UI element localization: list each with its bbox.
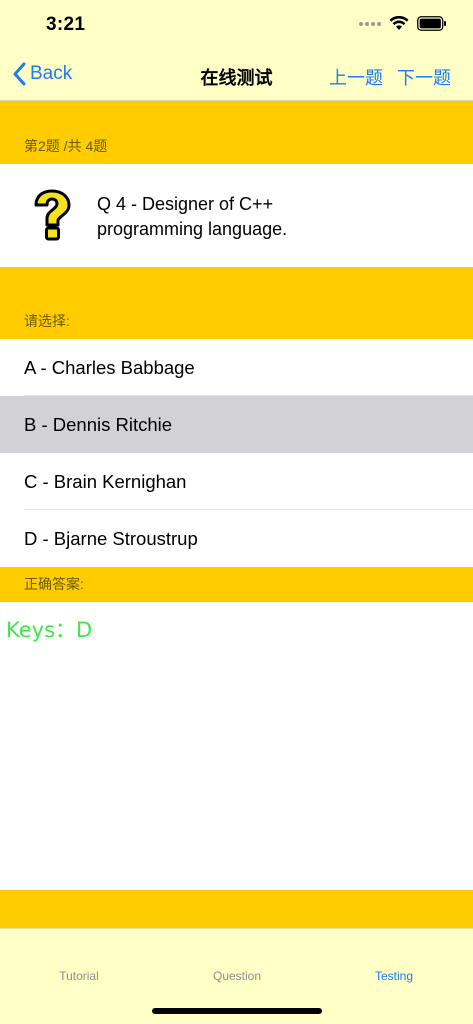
status-icons [359, 16, 447, 31]
battery-icon [417, 16, 446, 31]
option-d-label: D - Bjarne Stroustrup [24, 528, 198, 549]
previous-question-button[interactable]: 上一题 [329, 64, 383, 90]
answer-area: Keys：D [0, 602, 473, 890]
answer-keys-text: Keys：D [6, 618, 93, 642]
navigation-bar: Back 在线测试 上一题 下一题 [0, 50, 473, 101]
status-time: 3:21 [46, 14, 86, 35]
wifi-icon [389, 16, 409, 30]
progress-header: 第2题 /共 4题 [0, 101, 473, 164]
tab-testing[interactable]: Testing [315, 969, 473, 983]
progress-text: 第2题 /共 4题 [24, 138, 108, 154]
choices-header-label: 请选择: [24, 313, 70, 329]
option-a-label: A - Charles Babbage [24, 357, 195, 378]
next-question-button[interactable]: 下一题 [397, 64, 451, 90]
question-card: Q 4 - Designer of C++ programming langua… [0, 164, 473, 267]
status-bar: 3:21 [0, 0, 473, 50]
bottom-band [0, 890, 473, 928]
option-d[interactable]: D - Bjarne Stroustrup [0, 510, 473, 567]
answer-header: 正确答案: [0, 567, 473, 602]
signal-icon [359, 21, 381, 26]
answer-header-label: 正确答案: [24, 576, 84, 592]
question-text: Q 4 - Designer of C++ programming langua… [97, 194, 288, 239]
choices-header: 请选择: [0, 267, 473, 339]
home-indicator [152, 1008, 322, 1014]
tab-question[interactable]: Question [158, 969, 316, 983]
question-mark-icon [34, 189, 71, 241]
option-b-label: B - Dennis Ritchie [24, 414, 173, 435]
tab-tutorial[interactable]: Tutorial [0, 969, 158, 983]
option-c-label: C - Brain Kernighan [24, 471, 187, 492]
option-a[interactable]: A - Charles Babbage [0, 339, 473, 396]
option-c[interactable]: C - Brain Kernighan [0, 453, 473, 510]
option-b[interactable]: B - Dennis Ritchie [0, 396, 473, 453]
nav-right-buttons: 上一题 下一题 [329, 64, 451, 90]
